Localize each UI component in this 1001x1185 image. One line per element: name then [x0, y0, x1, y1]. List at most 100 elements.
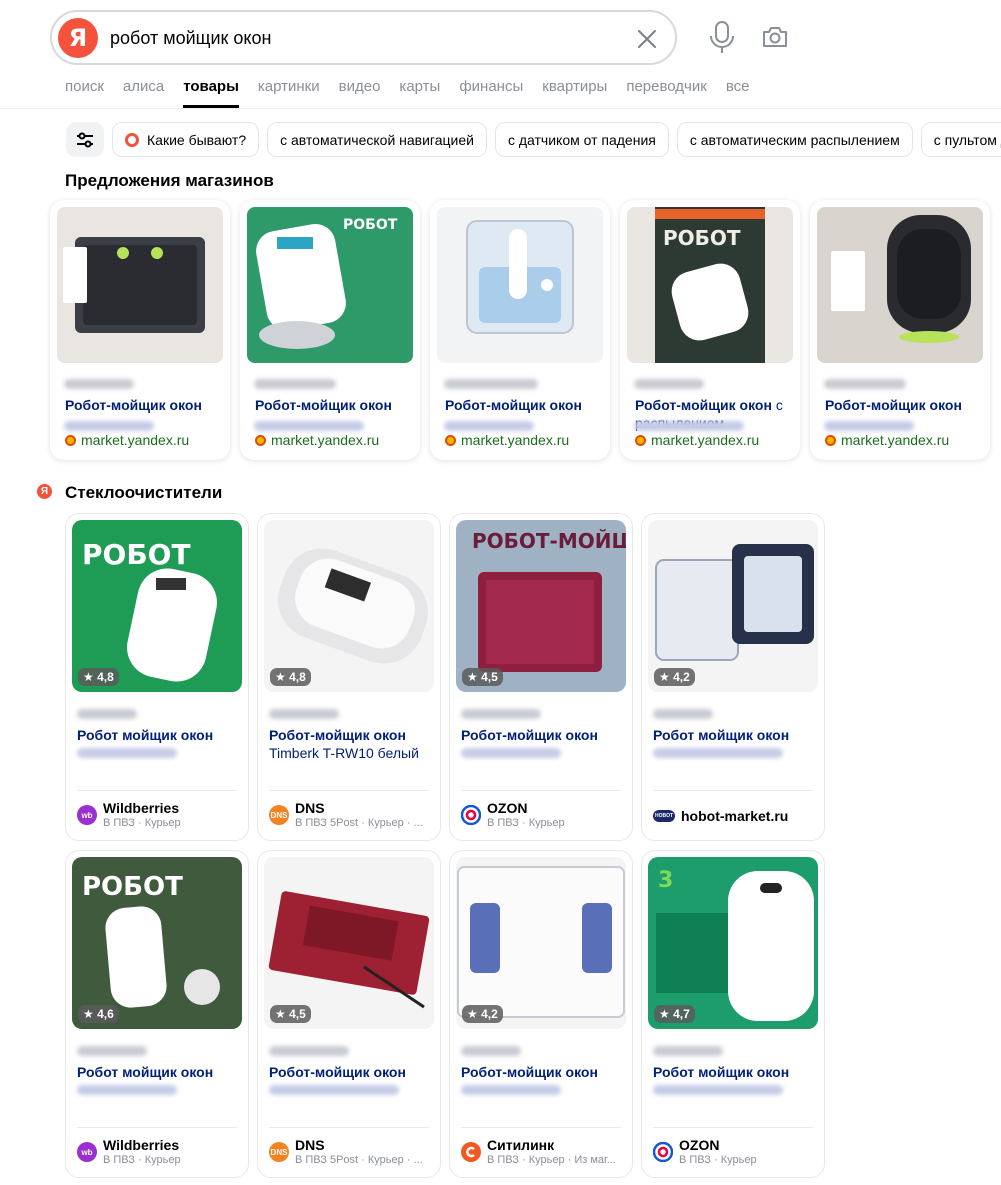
rating-badge: ★ 4,2: [654, 668, 695, 686]
blurred-price: [77, 706, 137, 724]
nav-tab[interactable]: видео: [339, 78, 381, 95]
camera-search-icon[interactable]: [760, 22, 790, 52]
shop-link[interactable]: DNS DNS В ПВЗ 5Post · Курьер · ...: [269, 1137, 435, 1167]
filter-chip[interactable]: с автоматическим распылением: [676, 122, 913, 157]
product-title-link[interactable]: Робот мойщик окон: [653, 726, 818, 744]
nav-tab[interactable]: переводчик: [626, 78, 706, 95]
offer-card[interactable]: Робот-мойщик окон market.yandex.ru: [430, 200, 610, 460]
yandex-logo[interactable]: Я: [58, 18, 98, 58]
shop-name: OZON: [487, 800, 528, 816]
shop-link[interactable]: wb Wildberries В ПВЗ · Курьер: [77, 1137, 243, 1167]
star-icon: ★: [467, 1007, 478, 1021]
nav-tab[interactable]: алиса: [123, 78, 164, 95]
card-divider: [461, 1127, 621, 1128]
shop-name: hobot-market.ru: [681, 808, 789, 824]
ozon-icon: [653, 1142, 673, 1162]
offer-card[interactable]: РОБОТРобот-мойщик окон с распылениемmark…: [620, 200, 800, 460]
product-card[interactable]: РОБОТ ★ 4,8 Робот мойщик окон wb Wildberries…: [65, 513, 249, 841]
product-card[interactable]: ★ 4,5 Робот-мойщик окон DNS DNS В ПВЗ 5Post …: [257, 850, 441, 1178]
offer-source-link[interactable]: market.yandex.ru: [635, 432, 759, 448]
product-image[interactable]: РОБОТ ★ 4,8: [72, 520, 242, 692]
product-image[interactable]: [57, 207, 223, 363]
nav-tab[interactable]: квартиры: [542, 78, 607, 95]
offer-title-link[interactable]: Робот-мойщик окон: [825, 396, 985, 414]
product-title-link[interactable]: Робот мойщик окон: [77, 726, 242, 744]
product-title-link[interactable]: Робот мойщик окон: [653, 1063, 818, 1081]
product-image[interactable]: ★ 4,5: [264, 857, 434, 1029]
offer-title-link[interactable]: Робот-мойщик окон: [65, 396, 225, 414]
product-image[interactable]: РОБОТ: [627, 207, 793, 363]
product-image[interactable]: РОБОТ ★ 4,6: [72, 857, 242, 1029]
offer-title-link[interactable]: Робот-мойщик окон: [255, 396, 415, 414]
product-image[interactable]: РОБОТ: [247, 207, 413, 363]
search-input[interactable]: [110, 24, 610, 52]
nav-tab[interactable]: все: [726, 78, 750, 95]
active-tab-underline: [183, 105, 239, 108]
shop-name: OZON: [679, 1137, 720, 1153]
shop-link[interactable]: HOBOT hobot-market.ru: [653, 808, 788, 824]
blurred-price: [269, 706, 339, 724]
blurred-price: [269, 1043, 349, 1061]
filter-chip[interactable]: Какие бывают?: [112, 122, 260, 157]
hobot-icon: HOBOT: [653, 810, 675, 822]
product-card[interactable]: ★ 4,2 Робот мойщик окон HOBOT hobot-market.…: [641, 513, 825, 841]
product-card[interactable]: ★ 4,8 Робот-мойщик окон Timberk T-RW10 бел…: [257, 513, 441, 841]
offer-source-link[interactable]: market.yandex.ru: [825, 432, 949, 448]
rating-value: 4,5: [289, 1007, 306, 1021]
offer-card[interactable]: Робот-мойщик окон market.yandex.ru: [50, 200, 230, 460]
product-image[interactable]: ★ 4,2: [456, 857, 626, 1029]
market-icon: [255, 434, 266, 446]
filter-chip[interactable]: с датчиком от падения: [494, 122, 669, 157]
shop-link[interactable]: OZON В ПВЗ · Курьер: [461, 800, 627, 830]
card-divider: [77, 1127, 237, 1128]
filter-settings-icon[interactable]: [66, 122, 104, 157]
nav-tab[interactable]: финансы: [459, 78, 523, 95]
product-title-link[interactable]: Робот-мойщик окон: [269, 726, 434, 744]
product-description: [77, 744, 242, 762]
product-title-link[interactable]: Робот-мойщик окон: [461, 1063, 626, 1081]
shop-text: OZON В ПВЗ · Курьер: [679, 1137, 819, 1167]
product-grid: РОБОТ ★ 4,8 Робот мойщик окон wb Wildberries…: [65, 513, 825, 1178]
product-image[interactable]: ★ 4,2: [648, 520, 818, 692]
svg-text:РОБОТ: РОБОТ: [663, 226, 741, 250]
yandex-section-icon: Я: [37, 484, 52, 499]
offer-card[interactable]: Робот-мойщик окон market.yandex.ru: [810, 200, 990, 460]
clear-icon[interactable]: [632, 24, 662, 54]
product-title-link[interactable]: Робот-мойщик окон: [461, 726, 626, 744]
product-card[interactable]: РОБОТ-МОЙЩИК ★ 4,5 Робот-мойщик окон OZONВ …: [449, 513, 633, 841]
offer-source-link[interactable]: market.yandex.ru: [445, 432, 569, 448]
nav-tab[interactable]: карты: [399, 78, 440, 95]
product-title-link[interactable]: Робот мойщик окон: [77, 1063, 242, 1081]
product-image[interactable]: ★ 4,8: [264, 520, 434, 692]
filter-chip-label: Какие бывают?: [147, 131, 247, 148]
product-image[interactable]: [437, 207, 603, 363]
offer-source-link[interactable]: market.yandex.ru: [255, 432, 379, 448]
product-image[interactable]: 3 ★ 4,7: [648, 857, 818, 1029]
shop-link[interactable]: wb Wildberries В ПВЗ · Курьер: [77, 800, 243, 830]
nav-tab[interactable]: картинки: [258, 78, 320, 95]
shop-link[interactable]: DNS DNS В ПВЗ 5Post · Курьер · ...: [269, 800, 435, 830]
card-divider: [461, 790, 621, 791]
product-image[interactable]: [817, 207, 983, 363]
nav-tab[interactable]: поиск: [65, 78, 104, 95]
offer-source-link[interactable]: market.yandex.ru: [65, 432, 189, 448]
product-card[interactable]: 3 ★ 4,7 Робот мойщик окон OZON В ПВЗ · Курье…: [641, 850, 825, 1178]
blurred-price: [824, 376, 906, 394]
product-card[interactable]: ★ 4,2 Робот-мойщик окон Ситилинк В ПВЗ · Ку…: [449, 850, 633, 1178]
search-bar[interactable]: Я: [50, 10, 677, 65]
offer-title-link[interactable]: Робот-мойщик окон: [445, 396, 605, 414]
filter-chip-label: с автоматической навигацией: [280, 131, 474, 148]
product-image[interactable]: РОБОТ-МОЙЩИК ★ 4,5: [456, 520, 626, 692]
microphone-icon[interactable]: [708, 20, 736, 56]
product-title-link[interactable]: Робот-мойщик окон: [269, 1063, 434, 1081]
filter-chip[interactable]: с пультом Д: [920, 122, 1001, 157]
offer-card[interactable]: РОБОТ Робот-мойщик окон market.yandex.ru: [240, 200, 420, 460]
product-card[interactable]: РОБОТ ★ 4,6 Робот мойщик окон wb Wildberries…: [65, 850, 249, 1178]
rating-badge: ★ 4,5: [270, 1005, 311, 1023]
shop-link[interactable]: Ситилинк В ПВЗ · Курьер · Из маг...: [461, 1137, 627, 1167]
nav-tab[interactable]: товары: [183, 78, 239, 95]
filter-chip[interactable]: с автоматической навигацией: [267, 122, 487, 157]
shop-link[interactable]: OZON В ПВЗ · Курьер: [653, 1137, 819, 1167]
offer-source: market.yandex.ru: [81, 432, 190, 448]
filter-chip-label: с датчиком от падения: [507, 131, 656, 148]
